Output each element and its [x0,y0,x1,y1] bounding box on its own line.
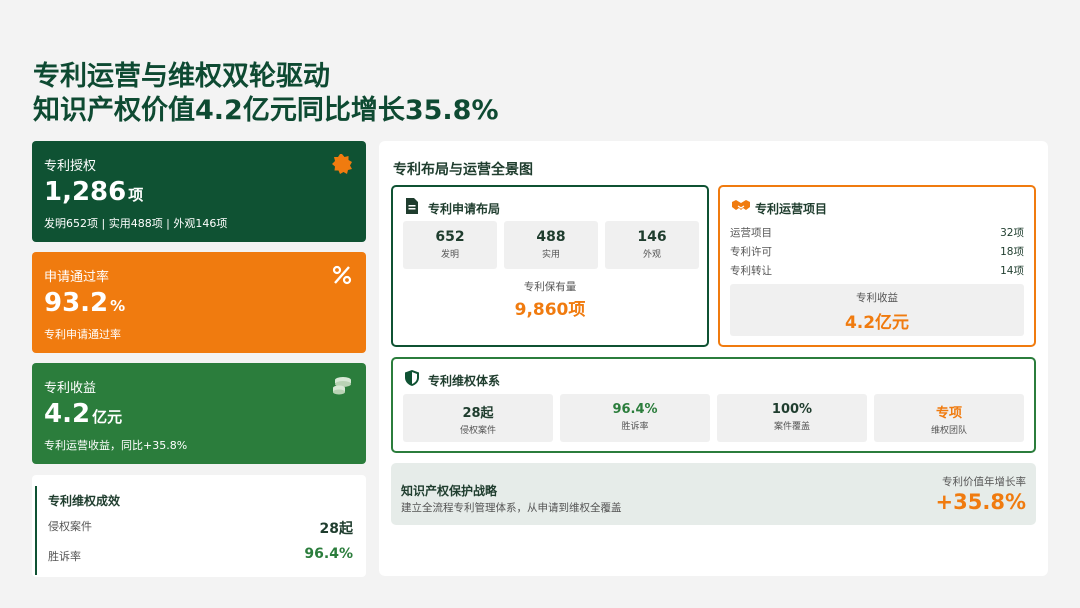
card-title: 专利维权成效 [48,494,121,508]
shield-icon [405,370,421,386]
patent-grant-card: 专利授权 1,286 项 发明652项 | 实用488项 | 外观146项 [32,141,366,242]
stat-tile: 96.4% 胜诉率 [560,394,710,442]
box-title: 专利申请布局 [428,202,501,216]
accent-bar [35,486,37,575]
handshake-icon [732,198,750,214]
stat-tile: 专项 维权团队 [874,394,1024,442]
growth-label: 专利价值年增长率 [942,476,1026,488]
card-value: 93.2% [44,288,126,318]
card-label: 申请通过率 [44,270,110,285]
box-title: 专利运营项目 [755,202,828,216]
strategy-box: 知识产权保护战略 建立全流程专利管理体系，从申请到维权全覆盖 专利价值年增长率 … [391,463,1036,525]
row-value: 28起 [319,521,353,537]
operation-projects-box: 专利运营项目 运营项目 32项 专利许可 18项 专利转让 14项 专利收益 4.2亿… [718,185,1036,347]
row-label: 胜诉率 [48,550,81,563]
stat-tile: 488 实用 [504,221,598,269]
coins-icon [331,375,353,397]
card-label: 专利授权 [44,159,97,174]
kv-row: 专利转让 14项 [730,265,1024,277]
card-sub: 发明652项 | 实用488项 | 外观146项 [44,217,228,230]
title-line-1: 专利运营与维权双轮驱动 [33,61,330,92]
row-label: 侵权案件 [48,520,92,533]
card-value: 4.2 亿元 [44,399,123,429]
kv-row: 专利许可 18项 [730,246,1024,258]
hold-value: 9,860项 [514,300,586,320]
revenue-card: 专利收益 4.2 亿元 专利运营收益，同比+35.8% [32,363,366,464]
row-value: 96.4% [304,546,353,562]
document-icon [405,198,421,214]
overview-panel: 专利布局与运营全景图 专利申请布局 652 发明 488 实用 146 外观 专利保有… [379,141,1048,576]
rights-system-box: 专利维权体系 28起 侵权案件 96.4% 胜诉率 100% 案件覆盖 专项 维权团队 [391,357,1036,453]
rights-result-card: 专利维权成效 侵权案件 28起 胜诉率 96.4% [32,475,366,577]
strategy-desc: 建立全流程专利管理体系，从申请到维权全覆盖 [401,502,622,514]
badge-icon [331,153,353,175]
box-title: 专利维权体系 [428,374,501,388]
page-title: 专利运营与维权双轮驱动 知识产权价值4.2亿元同比增长35.8% [33,60,499,128]
strategy-title: 知识产权保护战略 [401,484,498,498]
panel-title: 专利布局与运营全景图 [393,162,533,178]
income-tile: 专利收益 4.2亿元 [730,284,1024,336]
percent-icon [331,264,353,286]
stat-tile: 28起 侵权案件 [403,394,553,442]
card-sub: 专利运营收益，同比+35.8% [44,439,188,452]
application-layout-box: 专利申请布局 652 发明 488 实用 146 外观 专利保有量 9,860项 [391,185,709,347]
pass-rate-card: 申请通过率 93.2% 专利申请通过率 [32,252,366,353]
card-value: 1,286 项 [44,177,144,207]
card-sub: 专利申请通过率 [44,328,121,341]
stat-tile: 100% 案件覆盖 [717,394,867,442]
growth-value: +35.8% [935,490,1026,514]
stat-tile: 652 发明 [403,221,497,269]
title-line-2: 知识产权价值4.2亿元同比增长35.8% [33,95,499,126]
kv-row: 运营项目 32项 [730,227,1024,239]
hold-label: 专利保有量 [523,281,577,293]
card-label: 专利收益 [44,381,97,396]
stat-tile: 146 外观 [605,221,699,269]
